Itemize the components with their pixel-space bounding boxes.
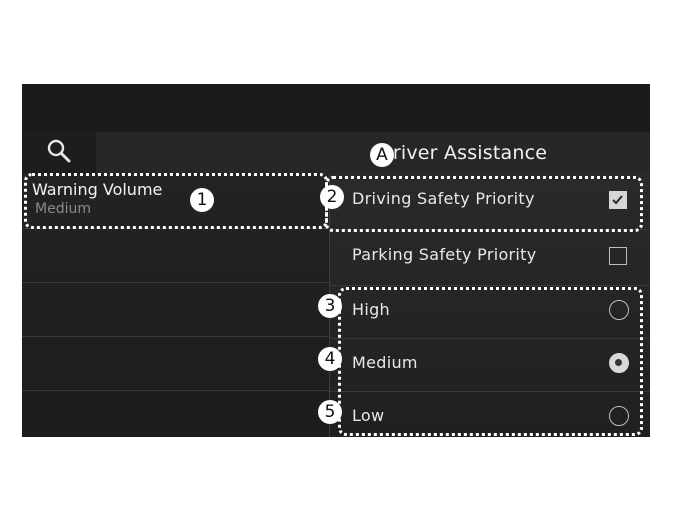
header-bar — [22, 132, 650, 174]
search-button[interactable] — [22, 132, 96, 174]
callout-marker-5: 5 — [318, 400, 342, 424]
list-item — [22, 229, 329, 283]
callout-marker-2: 2 — [320, 185, 344, 209]
search-icon — [46, 138, 72, 168]
callout-box-3-5 — [338, 287, 643, 436]
callout-marker-3: 3 — [318, 294, 342, 318]
top-bar — [22, 84, 650, 132]
parking-safety-label: Parking Safety Priority — [352, 245, 537, 264]
callout-box-2 — [325, 176, 643, 232]
callout-box-1 — [24, 173, 328, 229]
list-item — [22, 283, 329, 337]
parking-safety-checkbox[interactable] — [609, 247, 627, 265]
list-item — [22, 337, 329, 391]
callout-marker-4: 4 — [318, 347, 342, 371]
callout-marker-a: A — [370, 143, 394, 167]
setting-row-parking-safety[interactable]: Parking Safety Priority — [330, 230, 650, 286]
callout-marker-1: 1 — [190, 188, 214, 212]
page-title: Driver Assistance — [378, 142, 548, 164]
